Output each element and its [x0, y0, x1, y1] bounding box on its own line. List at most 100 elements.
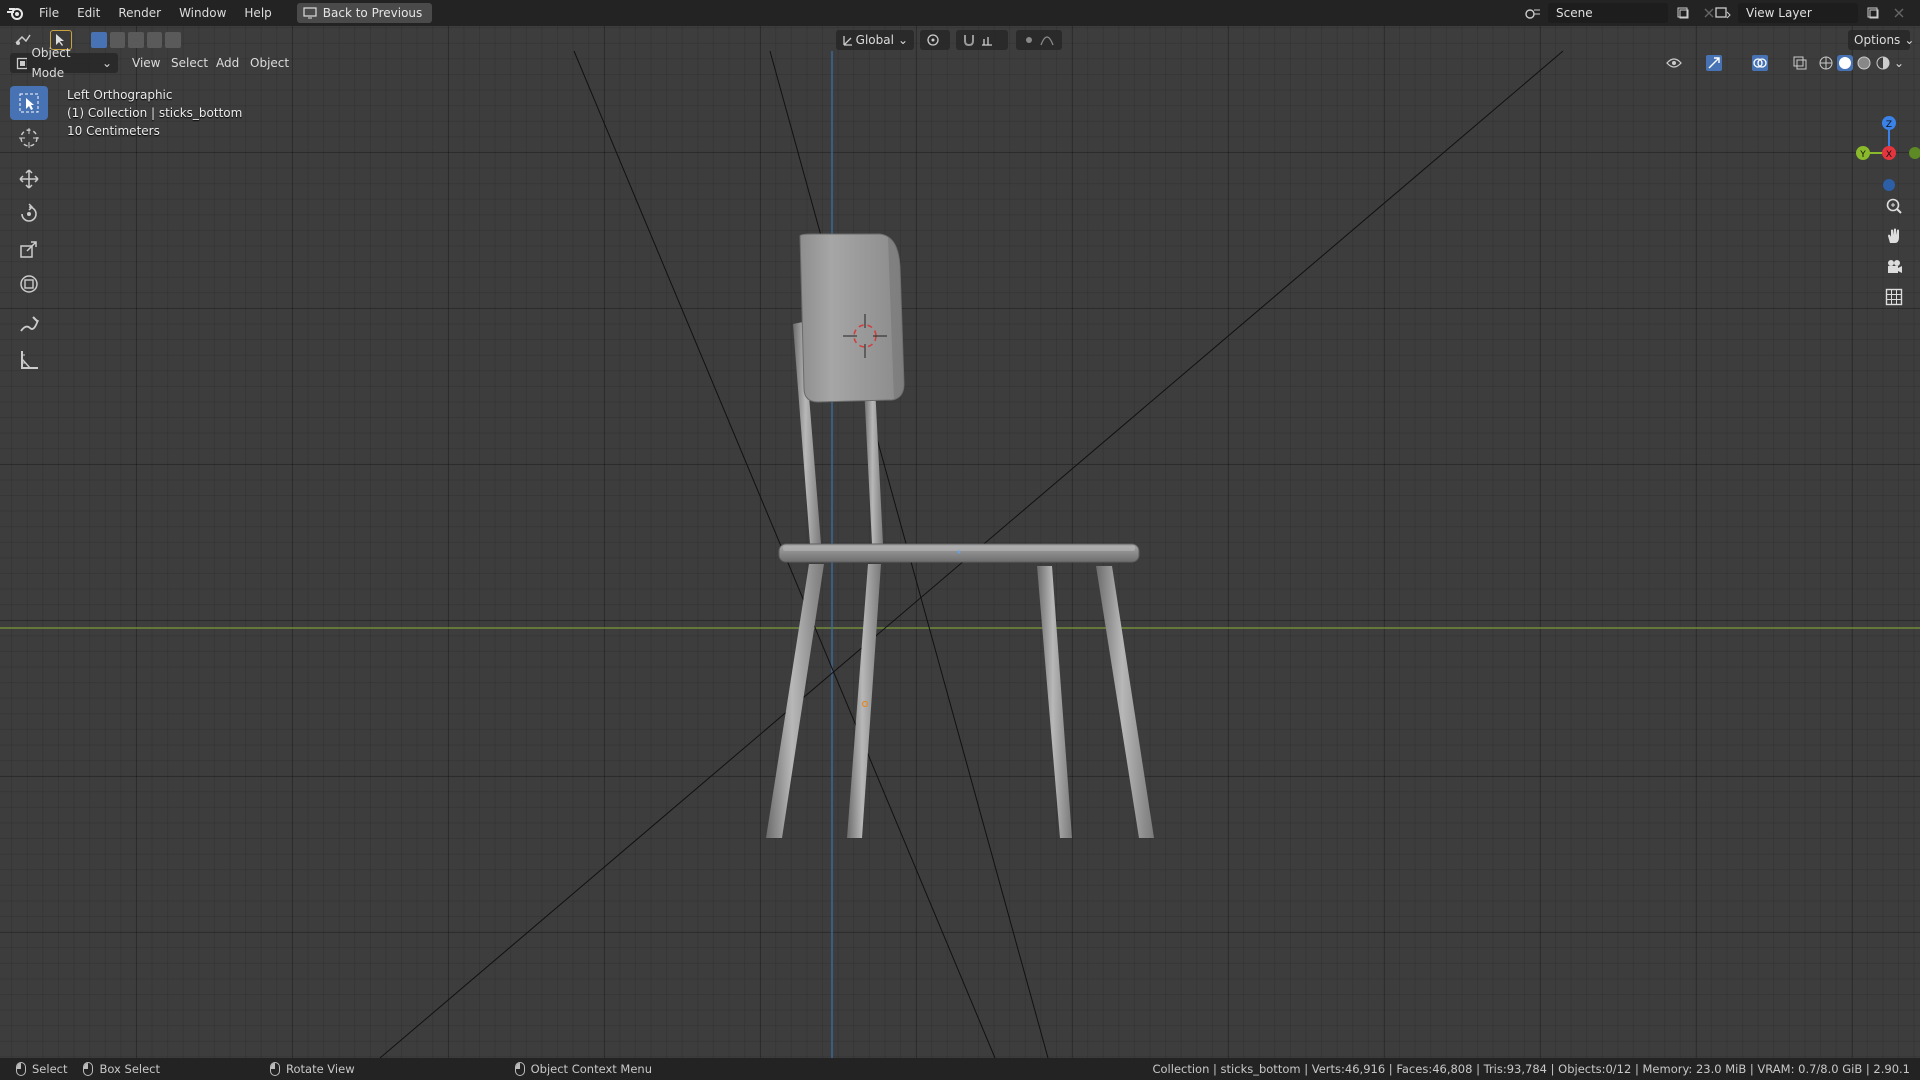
- shading-mode-group[interactable]: ⌄: [1814, 53, 1910, 73]
- chevron-down-icon: ⌄: [1904, 33, 1915, 47]
- scale-icon: [20, 241, 37, 258]
- chair-upright-right: [864, 386, 883, 544]
- hand-icon: [1888, 228, 1899, 243]
- material-shading-icon[interactable]: [1856, 55, 1872, 71]
- select-box-tool[interactable]: [10, 86, 48, 120]
- view-name-label: Left Orthographic: [67, 88, 173, 102]
- annotate-tool[interactable]: [10, 308, 48, 342]
- grid-scale-label: 10 Centimeters: [67, 124, 160, 138]
- select-extend-icon[interactable]: [109, 32, 126, 48]
- middle-mouse-icon: [270, 1062, 280, 1076]
- status-box-select: Box Select: [83, 1062, 160, 1076]
- measure-icon: [21, 351, 38, 369]
- menu-object[interactable]: Object: [243, 53, 296, 73]
- chevron-down-icon: ⌄: [897, 33, 908, 47]
- cursor-icon: [19, 128, 39, 148]
- solid-shading-icon[interactable]: [1837, 55, 1853, 71]
- object-mode-label: Object Mode: [31, 46, 71, 80]
- xray-icon: [1793, 56, 1807, 70]
- view-layer-field[interactable]: View Layer: [1738, 3, 1858, 23]
- right-mouse-icon: [514, 1062, 525, 1076]
- rotate-tool[interactable]: [10, 197, 48, 231]
- transform-tool[interactable]: [10, 267, 48, 301]
- rendered-shading-icon[interactable]: [1875, 55, 1891, 71]
- chair-leg-front-right: [1096, 566, 1154, 838]
- back-to-previous-button[interactable]: Back to Previous: [296, 3, 433, 23]
- select-box-icon: [19, 93, 39, 113]
- wireframe-shading-icon[interactable]: [1818, 55, 1834, 71]
- pan-view-button[interactable]: [1880, 222, 1908, 250]
- chair-leg-front-left: [1037, 566, 1072, 838]
- 3d-viewport[interactable]: Global ⌄ Options ⌄ Object Mode ⌄ View Se…: [0, 26, 1920, 1058]
- menu-window[interactable]: Window: [170, 0, 235, 26]
- new-scene-icon[interactable]: [1672, 3, 1694, 23]
- status-rotate-view: Rotate View: [270, 1062, 355, 1076]
- grid-icon: [1885, 288, 1903, 306]
- drag-mouse-icon: [83, 1062, 94, 1076]
- proportional-editing-group[interactable]: [1016, 30, 1062, 50]
- chair-model: [766, 233, 1154, 838]
- menu-add[interactable]: Add: [209, 53, 246, 73]
- select-mode-group[interactable]: [88, 30, 184, 50]
- object-mode-dropdown[interactable]: Object Mode ⌄: [10, 46, 118, 80]
- gizmo-toggle[interactable]: [1700, 53, 1736, 73]
- pivot-point-dropdown[interactable]: [920, 30, 950, 50]
- select-invert-icon[interactable]: [146, 32, 163, 48]
- scene-browse-icon[interactable]: [1522, 3, 1544, 23]
- axis-gizmo[interactable]: Z Y X: [1820, 81, 1920, 201]
- menu-help[interactable]: Help: [235, 0, 280, 26]
- select-intersect-icon[interactable]: [165, 32, 181, 48]
- tool-shelf: [8, 86, 50, 378]
- transform-icon: [20, 275, 38, 293]
- view-layer-selector: View Layer: [1712, 3, 1910, 23]
- options-dropdown[interactable]: Options ⌄: [1848, 30, 1914, 50]
- status-select-label: Select: [32, 1062, 68, 1076]
- status-select: Select: [16, 1062, 67, 1076]
- blender-logo-icon[interactable]: [0, 0, 30, 26]
- xray-toggle[interactable]: [1790, 53, 1812, 73]
- cursor-tool[interactable]: [10, 121, 48, 155]
- chair-leg-back-left: [766, 564, 824, 838]
- pivot-icon: [927, 34, 939, 46]
- rotate-icon: [21, 203, 37, 222]
- falloff-icon: [1040, 36, 1054, 46]
- svg-text:Z: Z: [1886, 120, 1892, 130]
- zoom-view-button[interactable]: [1880, 192, 1908, 220]
- back-to-previous-label: Back to Previous: [322, 6, 423, 20]
- camera-view-button[interactable]: [1880, 253, 1908, 281]
- toggle-ortho-button[interactable]: [1880, 283, 1908, 311]
- measure-tool[interactable]: [10, 343, 48, 377]
- delete-view-layer-icon[interactable]: [1888, 3, 1910, 23]
- menu-render[interactable]: Render: [109, 0, 170, 26]
- snapping-group[interactable]: [956, 30, 1008, 50]
- select-subtract-icon[interactable]: [128, 32, 144, 48]
- screen-icon: [303, 7, 317, 19]
- navigation-gizmo[interactable]: Z Y X: [1820, 81, 1920, 341]
- scene-name-field[interactable]: Scene: [1548, 3, 1668, 23]
- view-layer-browse-icon[interactable]: [1712, 3, 1734, 23]
- move-tool[interactable]: [10, 162, 48, 196]
- menu-edit[interactable]: Edit: [68, 0, 109, 26]
- transform-orientation-dropdown[interactable]: Global ⌄: [836, 30, 914, 50]
- scene-canvas[interactable]: [0, 26, 1920, 1058]
- magnet-icon: [964, 35, 974, 47]
- overlays-icon: [1752, 55, 1768, 71]
- menu-view[interactable]: View: [125, 53, 167, 73]
- menu-file[interactable]: File: [30, 0, 68, 26]
- chevron-down-icon: ⌄: [101, 56, 112, 70]
- options-label: Options: [1854, 33, 1901, 47]
- top-menu-bar: File Edit Render Window Help Back to Pre…: [0, 0, 1920, 26]
- new-view-layer-icon[interactable]: [1862, 3, 1884, 23]
- overlays-toggle[interactable]: [1746, 53, 1782, 73]
- svg-text:Y: Y: [1859, 150, 1866, 160]
- neg-z-axis-icon: [1883, 179, 1895, 191]
- menu-select[interactable]: Select: [164, 53, 215, 73]
- svg-text:X: X: [1886, 150, 1892, 160]
- status-box-select-label: Box Select: [99, 1062, 160, 1076]
- status-rotate-view-label: Rotate View: [286, 1062, 355, 1076]
- left-mouse-icon: [16, 1062, 26, 1076]
- scale-tool[interactable]: [10, 232, 48, 266]
- visibility-dropdown[interactable]: [1660, 53, 1696, 73]
- proportional-edit-icon: [1026, 37, 1032, 43]
- chair-backrest: [799, 233, 905, 403]
